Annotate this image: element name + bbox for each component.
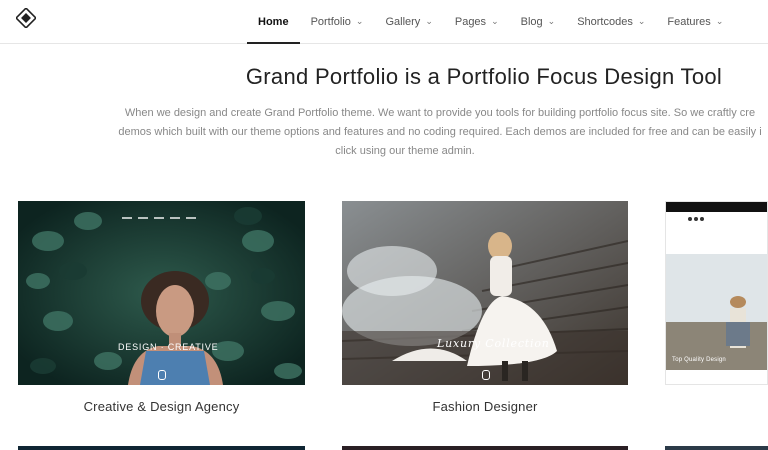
demo-preview-image: [342, 201, 628, 385]
demo-thumbnail[interactable]: Luxury Collection: [342, 201, 628, 385]
demo-card-next-row[interactable]: [18, 446, 305, 450]
demo-preview-image: [18, 201, 305, 385]
demo-card-next-row[interactable]: [342, 446, 628, 450]
nav-item-features[interactable]: Features ⌄: [656, 0, 734, 43]
demo-card-creative-agency[interactable]: DESIGN · CREATIVE Creative & Design Agen…: [18, 201, 305, 414]
preview-nav: [18, 206, 305, 219]
demo-title[interactable]: Fashion Designer: [342, 399, 628, 414]
chevron-down-icon: ⌄: [637, 16, 646, 26]
nav-label: Pages: [454, 15, 487, 28]
demo-overlay-text: Luxury Collection: [437, 337, 550, 350]
nav-item-pages[interactable]: Pages ⌄: [444, 0, 510, 43]
nav-item-gallery[interactable]: Gallery ⌄: [374, 0, 443, 43]
demo-card-partial[interactable]: Top Quality Design: [665, 201, 768, 385]
demo-card-fashion-designer[interactable]: Luxury Collection Fashion Designer: [342, 201, 628, 414]
demo-thumbnail[interactable]: DESIGN · CREATIVE: [18, 201, 305, 385]
intro-line: When we design and create Grand Portfoli…: [124, 107, 756, 119]
nav-item-home[interactable]: Home: [247, 0, 300, 44]
chevron-down-icon: ⌄: [547, 16, 556, 26]
nav-label: Home: [258, 15, 289, 28]
intro-line: demos which built with our theme options…: [118, 126, 762, 138]
nav-label: Features: [667, 15, 711, 28]
chevron-down-icon: ⌄: [715, 16, 724, 26]
demo-overlay-text: DESIGN · CREATIVE: [118, 342, 219, 352]
demo-overlay-text: Top Quality Design: [672, 357, 726, 363]
nav-label: Blog: [520, 15, 543, 28]
nav-item-shortcodes[interactable]: Shortcodes ⌄: [566, 0, 656, 43]
site-logo-icon[interactable]: [16, 8, 36, 28]
nav-label: Portfolio: [310, 15, 351, 28]
main-navigation: Home Portfolio ⌄ Gallery ⌄ Pages ⌄ Blog ⌄ Sh…: [247, 0, 734, 44]
intro-text: When we design and create Grand Portfoli…: [112, 104, 768, 161]
nav-label: Shortcodes: [577, 15, 633, 28]
scroll-indicator-icon: [158, 370, 166, 380]
chevron-down-icon: ⌄: [425, 16, 433, 26]
nav-item-blog[interactable]: Blog ⌄: [510, 0, 567, 43]
chevron-down-icon: ⌄: [491, 16, 499, 26]
demo-title[interactable]: Creative & Design Agency: [18, 399, 305, 414]
header: Home Portfolio ⌄ Gallery ⌄ Pages ⌄ Blog ⌄ Sh…: [0, 0, 768, 44]
page-title: Grand Portfolio is a Portfolio Focus Des…: [245, 64, 723, 89]
scroll-indicator-icon: [482, 370, 490, 380]
intro-line: click using our theme admin.: [335, 145, 475, 157]
nav-item-portfolio[interactable]: Portfolio ⌄: [300, 0, 375, 43]
chevron-down-icon: ⌄: [355, 16, 364, 26]
nav-label: Gallery: [385, 15, 421, 28]
demo-thumbnail[interactable]: Top Quality Design: [665, 201, 768, 385]
demo-card-next-row[interactable]: [665, 446, 768, 450]
